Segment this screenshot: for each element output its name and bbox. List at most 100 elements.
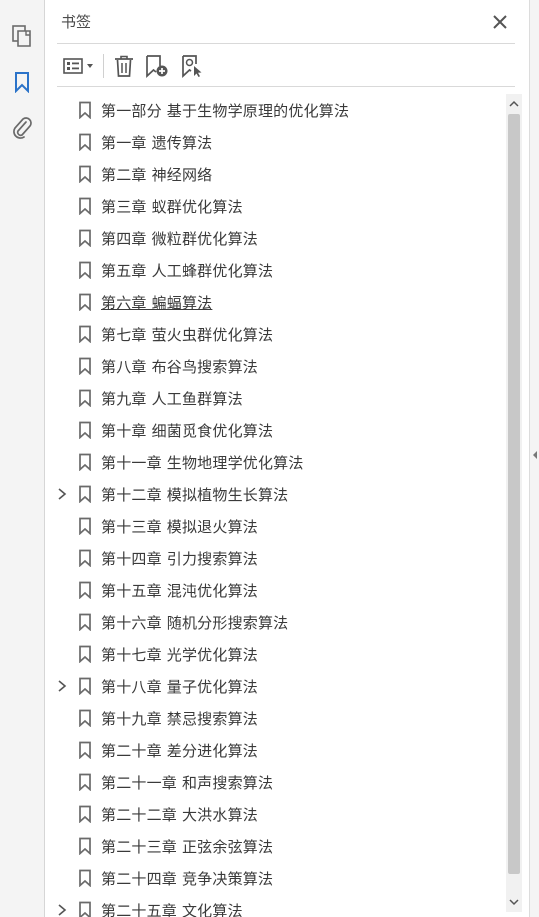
bookmark-label: 第一部分 基于生物学原理的优化算法: [101, 102, 350, 120]
scroll-down-button[interactable]: [506, 894, 522, 910]
pages-icon[interactable]: [8, 22, 36, 50]
bookmark-item[interactable]: 第二十一章 和声搜索算法: [45, 766, 505, 798]
bookmark-item[interactable]: 第五章 人工蜂群优化算法: [45, 254, 505, 286]
bookmark-label: 第二十一章 和声搜索算法: [101, 774, 274, 792]
bookmark-label: 第十一章 生物地理学优化算法: [101, 454, 304, 472]
scrollbar-thumb[interactable]: [508, 114, 520, 874]
bookmark-icon: [78, 485, 92, 504]
bookmark-icon: [78, 805, 92, 824]
bookmark-label: 第十七章 光学优化算法: [101, 646, 258, 664]
bookmark-icon: [78, 357, 92, 376]
bookmark-icon: [78, 613, 92, 632]
bookmark-icon: [78, 165, 92, 184]
bookmark-label: 第二十三章 正弦余弦算法: [101, 838, 274, 856]
bookmark-icon: [78, 133, 92, 152]
bookmark-label: 第十三章 模拟退火算法: [101, 518, 258, 536]
delete-bookmark-button[interactable]: [111, 52, 137, 80]
panel-splitter[interactable]: [529, 0, 539, 917]
bookmark-icon: [78, 261, 92, 280]
bookmark-icon: [78, 389, 92, 408]
bookmark-item[interactable]: 第二十四章 竞争决策算法: [45, 862, 505, 894]
bookmark-label: 第三章 蚁群优化算法: [101, 198, 243, 216]
bookmark-item[interactable]: 第八章 布谷鸟搜索算法: [45, 350, 505, 382]
bookmark-item[interactable]: 第十一章 生物地理学优化算法: [45, 446, 505, 478]
chevron-up-icon: [509, 100, 519, 107]
find-bookmark-icon: [182, 55, 202, 78]
bookmark-icon: [78, 869, 92, 888]
bookmark-icon: [78, 709, 92, 728]
bookmark-item[interactable]: 第一章 遗传算法: [45, 126, 505, 158]
new-bookmark-icon: [146, 55, 168, 78]
bookmark-item[interactable]: 第二章 神经网络: [45, 158, 505, 190]
bookmark-item[interactable]: 第十四章 引力搜索算法: [45, 542, 505, 574]
bookmark-icon: [78, 645, 92, 664]
bookmark-label: 第二十四章 竞争决策算法: [101, 870, 274, 888]
bookmark-label: 第十九章 禁忌搜索算法: [101, 710, 258, 728]
bookmark-label: 第九章 人工鱼群算法: [101, 390, 243, 408]
toolbar-separator: [103, 54, 104, 78]
new-bookmark-button[interactable]: [143, 52, 171, 80]
bookmark-item[interactable]: 第十九章 禁忌搜索算法: [45, 702, 505, 734]
bookmark-item[interactable]: 第十二章 模拟植物生长算法: [45, 478, 505, 510]
bookmark-icon: [78, 837, 92, 856]
attachment-icon[interactable]: [8, 114, 36, 142]
bookmark-icon: [78, 741, 92, 760]
bookmark-item[interactable]: 第二十五章 文化算法: [45, 894, 505, 917]
delete-bookmark-icon: [115, 55, 133, 77]
bookmark-item[interactable]: 第三章 蚁群优化算法: [45, 190, 505, 222]
bookmark-item[interactable]: 第十八章 量子优化算法: [45, 670, 505, 702]
bookmark-label: 第六章 蝙蝠算法: [101, 294, 213, 312]
bookmark-icon: [78, 517, 92, 536]
bookmark-item[interactable]: 第七章 萤火虫群优化算法: [45, 318, 505, 350]
bookmark-label: 第八章 布谷鸟搜索算法: [101, 358, 258, 376]
bookmark-label: 第四章 微粒群优化算法: [101, 230, 258, 248]
bookmark-item[interactable]: 第四章 微粒群优化算法: [45, 222, 505, 254]
bookmark-icon: [78, 901, 92, 917]
chevron-right-icon[interactable]: [57, 902, 69, 917]
bookmark-list: 第一部分 基于生物学原理的优化算法 第一章 遗传算法 第二章 神经网络第三章 蚁群优…: [45, 94, 505, 917]
bookmark-item[interactable]: 第十七章 光学优化算法: [45, 638, 505, 670]
bookmark-item[interactable]: 第二十二章 大洪水算法: [45, 798, 505, 830]
bookmark-label: 第二章 神经网络: [101, 166, 213, 184]
bookmark-label: 第二十二章 大洪水算法: [101, 806, 258, 824]
bookmark-item[interactable]: 第九章 人工鱼群算法: [45, 382, 505, 414]
bookmark-label: 第二十五章 文化算法: [101, 902, 243, 917]
bookmark-label: 第二十章 差分进化算法: [101, 742, 258, 760]
divider: [57, 86, 515, 87]
bookmark-item[interactable]: 第十五章 混沌优化算法: [45, 574, 505, 606]
chevron-right-icon[interactable]: [57, 678, 69, 694]
bookmark-item[interactable]: 第二十三章 正弦余弦算法: [45, 830, 505, 862]
bookmark-icon: [78, 581, 92, 600]
bookmark-icon: [78, 453, 92, 472]
find-bookmark-button[interactable]: [179, 52, 207, 80]
bookmark-icon: [78, 293, 92, 312]
bookmark-icon[interactable]: [8, 68, 36, 96]
bookmark-icon: [78, 421, 92, 440]
bookmark-icon: [78, 677, 92, 696]
close-button[interactable]: [488, 10, 512, 34]
options-menu-button[interactable]: [59, 52, 99, 80]
bookmark-icon: [78, 325, 92, 344]
bookmark-label: 第七章 萤火虫群优化算法: [101, 326, 274, 344]
bookmark-item[interactable]: 第六章 蝙蝠算法: [45, 286, 505, 318]
bookmark-label: 第十六章 随机分形搜索算法: [101, 614, 289, 632]
scroll-up-button[interactable]: [506, 96, 522, 112]
bookmark-item[interactable]: 第十三章 模拟退火算法: [45, 510, 505, 542]
bookmark-item[interactable]: 第一部分 基于生物学原理的优化算法: [45, 94, 505, 126]
chevron-down-icon: [509, 899, 519, 906]
bookmark-label: 第十五章 混沌优化算法: [101, 582, 258, 600]
bookmark-label: 第十章 细菌觅食优化算法: [101, 422, 274, 440]
vertical-scrollbar[interactable]: [506, 94, 522, 912]
bookmark-label: 第十二章 模拟植物生长算法: [101, 486, 289, 504]
bookmark-item[interactable]: 第十六章 随机分形搜索算法: [45, 606, 505, 638]
bookmark-icon: [78, 549, 92, 568]
chevron-right-icon[interactable]: [57, 486, 69, 502]
bookmark-label: 第十八章 量子优化算法: [101, 678, 258, 696]
bookmark-icon: [78, 197, 92, 216]
close-icon: [493, 15, 507, 29]
bookmarks-panel: 书签 第一部分 基于生物学原理的优化算法 第一章 遗传算法 第二章 神经网络 第…: [45, 0, 529, 917]
bookmark-icon: [78, 229, 92, 248]
bookmark-item[interactable]: 第十章 细菌觅食优化算法: [45, 414, 505, 446]
bookmark-item[interactable]: 第二十章 差分进化算法: [45, 734, 505, 766]
bookmark-label: 第一章 遗传算法: [101, 134, 213, 152]
